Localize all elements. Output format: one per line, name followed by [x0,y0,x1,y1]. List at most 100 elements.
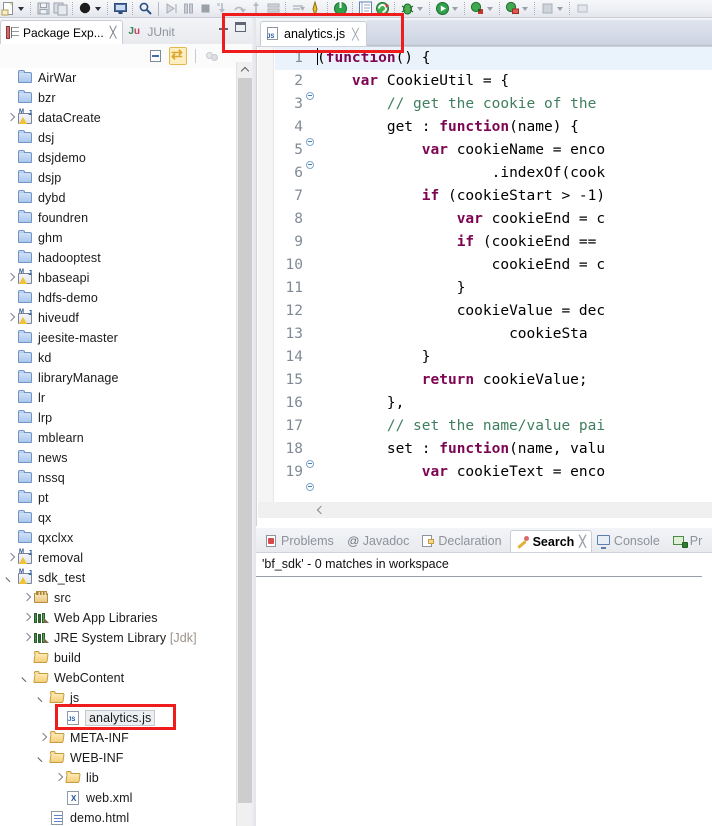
code-line[interactable]: 12 cookieValue = dec [275,300,712,323]
chevron-right-icon[interactable] [52,768,65,788]
code-line[interactable]: 9 if (cookieEnd == [275,231,712,254]
tree-item-pt[interactable]: pt [0,488,236,508]
tree-item-src[interactable]: src [0,588,236,608]
code-lines[interactable]: 1 (function() {2 var CookieUtil = {3 // g… [275,47,712,502]
tree-item-removal[interactable]: Jremoval [0,548,236,568]
pause-icon[interactable] [180,0,197,17]
link-with-editor-button[interactable] [169,46,187,65]
stop-dropdown-arrow-icon[interactable] [557,6,563,11]
tab-console[interactable]: Console [592,530,668,552]
tree-item-librarymanage[interactable]: libraryManage [0,368,236,388]
server-icon[interactable] [504,0,521,17]
tree-item-foundren[interactable]: foundren [0,208,236,228]
tree-item-dsj[interactable]: dsj [0,128,236,148]
run-dropdown-arrow-icon[interactable] [452,6,458,11]
validate-icon[interactable] [332,0,349,17]
tree-item-web-app-libraries[interactable]: Web App Libraries [0,608,236,628]
open-task-icon[interactable] [357,0,374,17]
tree-item-hadooptest[interactable]: hadooptest [0,248,236,268]
code-line[interactable]: 17 // set the name/value pai [275,415,712,438]
code-line[interactable]: 7 if (cookieStart > -1) [275,185,712,208]
save-all-icon[interactable] [52,0,69,17]
scroll-left-arrow-icon[interactable] [312,502,328,518]
chevron-right-icon[interactable] [4,108,17,128]
tree-item-kd[interactable]: kd [0,348,236,368]
scrollbar-thumb[interactable] [238,78,252,803]
stop-gray-icon[interactable] [539,0,556,17]
tree-item-mblearn[interactable]: mblearn [0,428,236,448]
step-return-icon[interactable] [248,0,265,17]
new-wizard-icon[interactable] [0,0,17,17]
code-line[interactable]: 2 var CookieUtil = { [275,70,712,100]
tree-item-hdfs-demo[interactable]: hdfs-demo [0,288,236,308]
chevron-right-icon[interactable] [4,308,17,328]
tree-item-hbaseapi[interactable]: Jhbaseapi [0,268,236,288]
code-line[interactable]: 4 get : function(name) { [275,116,712,146]
tab-junit[interactable]: Ju JUnit [123,20,184,44]
chevron-right-icon[interactable] [4,548,17,568]
skip-breakpoints-icon[interactable] [290,0,307,17]
step-over-icon[interactable] [231,0,248,17]
chevron-right-icon[interactable] [20,588,33,608]
tree-item-qxclxx[interactable]: qxclxx [0,528,236,548]
tree-item-lrp[interactable]: lrp [0,408,236,428]
server-dropdown-arrow-icon[interactable] [522,6,528,11]
chevron-down-icon[interactable] [4,568,17,588]
close-icon[interactable]: ╳ [579,535,586,548]
close-icon[interactable]: ╳ [352,28,359,41]
tree-item-demo-html[interactable]: demo.html [0,808,236,826]
save-icon[interactable] [35,0,52,17]
tree-item-datacreate[interactable]: JdataCreate [0,108,236,128]
print-icon[interactable] [77,0,94,17]
code-line[interactable]: 5 var cookieName = enco [275,139,712,169]
code-line[interactable]: 11 } [275,277,712,300]
code-line[interactable]: 14 } [275,346,712,369]
tree-item-web-inf[interactable]: WEB-INF [0,748,236,768]
minimize-icon[interactable] [219,25,228,30]
view-menu-button[interactable] [204,48,220,64]
chevron-down-icon[interactable] [36,688,49,708]
overflow-icon[interactable] [574,0,591,17]
maximize-icon[interactable] [235,22,246,32]
tree-item-web-xml[interactable]: web.xml [0,788,236,808]
tree-item-dsjdemo[interactable]: dsjdemo [0,148,236,168]
run-icon[interactable] [434,0,451,17]
code-line[interactable]: 1 (function() { [275,47,712,70]
step-into-icon[interactable] [214,0,231,17]
tree-item-webcontent[interactable]: WebContent [0,668,236,688]
external-tools-dropdown-arrow-icon[interactable] [487,6,493,11]
tree-item-ghm[interactable]: ghm [0,228,236,248]
code-line[interactable]: 6 .indexOf(cook [275,162,712,185]
editor-horizontal-scrollbar[interactable] [258,502,712,518]
tab-javadoc[interactable]: @ Javadoc [342,530,418,552]
debug-dropdown-arrow-icon[interactable] [417,6,423,11]
chevron-down-icon[interactable] [36,748,49,768]
tree-vertical-scrollbar[interactable] [236,62,252,826]
debug-bug-icon[interactable] [399,0,416,17]
tab-problems[interactable]: Problems [260,530,342,552]
tab-search[interactable]: Search ╳ [509,530,592,552]
code-line[interactable]: 8 var cookieEnd = c [275,208,712,231]
code-line[interactable]: 10 cookieEnd = c [275,254,712,277]
external-tools-icon[interactable] [469,0,486,17]
chevron-right-icon[interactable] [20,628,33,648]
tree-item-qx[interactable]: qx [0,508,236,528]
tree-item-jeesite-master[interactable]: jeesite-master [0,328,236,348]
tree-item-meta-inf[interactable]: META-INF [0,728,236,748]
close-icon[interactable]: ╳ [110,26,117,39]
tab-declaration[interactable]: Declaration [417,530,509,552]
tree-item-airwar[interactable]: AirWar [0,68,236,88]
print-dropdown-arrow-icon[interactable] [95,6,101,11]
tree-item-news[interactable]: news [0,448,236,468]
open-perspective-icon[interactable] [112,0,129,17]
tree-item-nssq[interactable]: nssq [0,468,236,488]
scroll-up-arrow-icon[interactable] [237,62,252,78]
chevron-right-icon[interactable] [20,608,33,628]
editor-marker-column[interactable] [258,47,274,502]
collapse-all-button[interactable] [148,48,164,64]
tree-item-analytics-js[interactable]: analytics.js [0,708,236,728]
code-line[interactable]: 18 set : function(name, valu [275,438,712,468]
new-dropdown-arrow-icon[interactable] [18,6,24,11]
tree-item-dsjp[interactable]: dsjp [0,168,236,188]
tree-item-jre-system-library[interactable]: JRE System Library [Jdk] [0,628,236,648]
